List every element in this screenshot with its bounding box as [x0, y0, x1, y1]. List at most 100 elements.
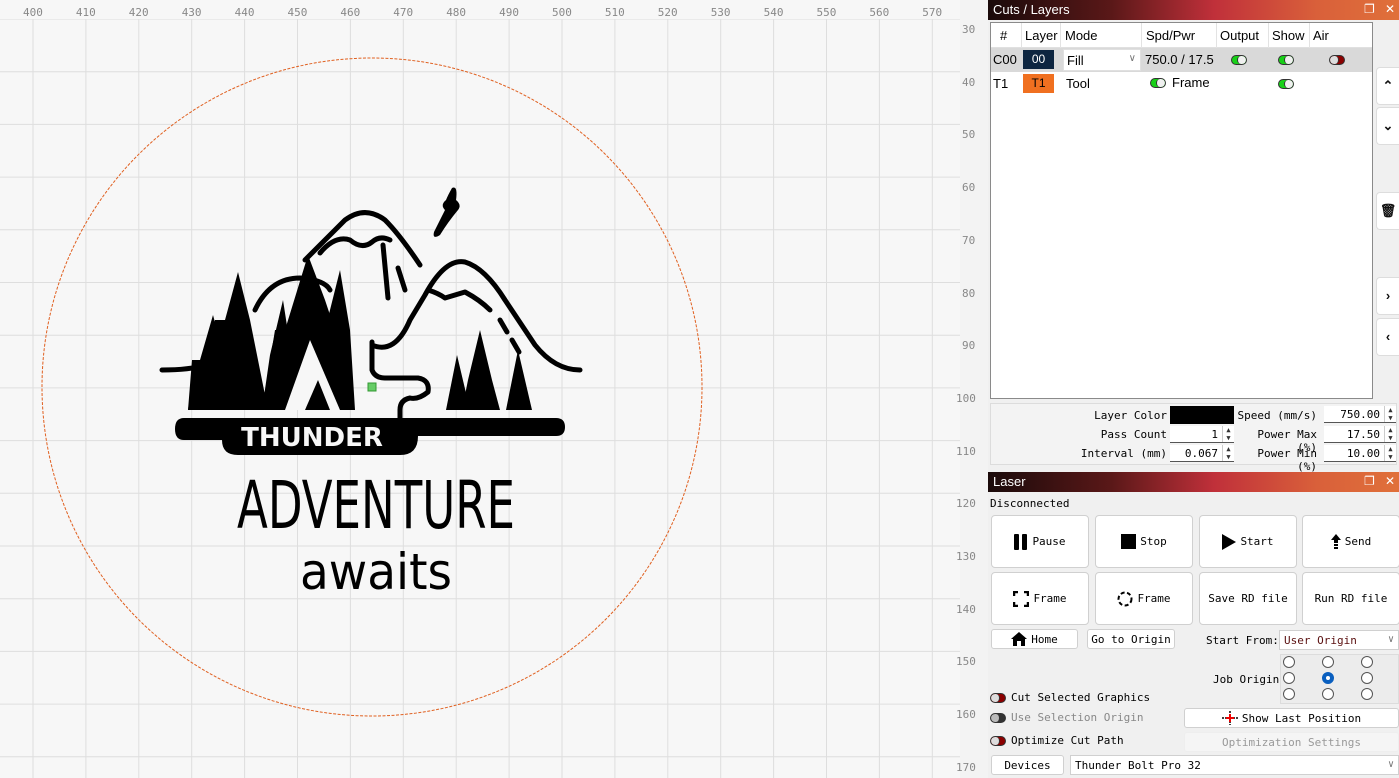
pass-count-input[interactable]: 1 ▲ ▼ [1170, 426, 1234, 443]
pause-label: Pause [1032, 535, 1066, 548]
chevron-down-icon: ∨ [1387, 759, 1394, 770]
banner-text: THUNDER [241, 423, 383, 453]
cuts-panel-titlebar: Cuts / Layers ❐ ✕ [988, 0, 1399, 20]
layer-row[interactable]: C00 00 Fill ∨ 750.0 / 17.5 [991, 48, 1372, 72]
devices-button[interactable]: Devices [991, 755, 1064, 775]
chevron-up-icon: ⌃ [1382, 78, 1394, 93]
chevron-down-icon: ∨ [1387, 634, 1394, 645]
job-origin-label: Job Origin [1213, 673, 1280, 686]
origin-radio-top-center[interactable] [1322, 656, 1334, 668]
frame-circle-icon [1117, 591, 1133, 606]
col-air[interactable]: Air [1313, 28, 1329, 43]
show-toggle[interactable] [1278, 79, 1294, 89]
layer-color-label: Layer Color [1094, 409, 1167, 422]
cut-selected-toggle[interactable] [990, 693, 1006, 703]
origin-radio-middle-right[interactable] [1361, 672, 1373, 684]
col-output[interactable]: Output [1220, 28, 1259, 43]
optimize-cut-toggle[interactable] [990, 736, 1006, 746]
spinner-icon[interactable]: ▲ ▼ [1384, 445, 1396, 461]
headline-text: ADVENTURE [237, 467, 515, 544]
selection-handle[interactable] [367, 382, 377, 392]
play-icon [1222, 533, 1237, 550]
connection-status: Disconnected [990, 497, 1070, 510]
move-down-button[interactable]: ⌄ [1376, 107, 1399, 145]
ruler-y-label: 130 [956, 550, 976, 563]
air-toggle[interactable] [1329, 55, 1345, 65]
ruler-x-label: 420 [128, 6, 149, 19]
col-layer[interactable]: Layer [1025, 28, 1058, 43]
optimization-settings-button[interactable]: Optimization Settings [1184, 732, 1399, 752]
go-to-origin-button[interactable]: Go to Origin [1087, 629, 1175, 649]
speed-input[interactable]: 750.00 ▲ ▼ [1324, 406, 1396, 423]
origin-radio-middle-center[interactable] [1322, 672, 1334, 684]
save-rd-label: Save RD file [1208, 592, 1288, 605]
save-rd-file-button[interactable]: Save RD file [1199, 572, 1297, 625]
frame-rect-icon [1013, 590, 1030, 607]
expand-right-button[interactable]: › [1376, 277, 1399, 315]
run-rd-file-button[interactable]: Run RD file [1302, 572, 1399, 625]
frame-circle-button[interactable]: Frame [1095, 572, 1193, 625]
design-artwork[interactable]: THUNDER ADVENTURE awaits [0, 0, 988, 778]
cuts-layers-panel: Cuts / Layers ❐ ✕ # Layer Mode Spd/Pwr O… [988, 0, 1399, 470]
power-min-label: Power Min (%) [1257, 447, 1317, 473]
interval-input[interactable]: 0.067 ▲ ▼ [1170, 445, 1234, 462]
close-icon[interactable]: ✕ [1385, 474, 1395, 488]
layer-color-chip[interactable]: 00 [1023, 50, 1054, 69]
laser-panel-titlebar: Laser ❐ ✕ [988, 472, 1399, 492]
trees-graphic [188, 255, 532, 410]
float-icon[interactable]: ❐ [1364, 2, 1375, 16]
output-toggle[interactable] [1231, 55, 1247, 65]
origin-radio-bottom-right[interactable] [1361, 688, 1373, 700]
collapse-left-button[interactable]: ‹ [1376, 318, 1399, 356]
start-from-select[interactable]: User Origin ∨ [1279, 630, 1399, 650]
origin-radio-bottom-left[interactable] [1283, 688, 1295, 700]
ruler-y-label: 120 [956, 497, 976, 511]
col-num[interactable]: # [1000, 28, 1007, 43]
spinner-icon[interactable]: ▲ ▼ [1384, 426, 1396, 442]
ruler-x-label: 540 [763, 6, 784, 19]
cuts-panel-title: Cuts / Layers [993, 2, 1070, 17]
layer-row[interactable]: T1 T1 Tool Frame [991, 72, 1372, 96]
home-icon [1011, 632, 1028, 646]
show-toggle[interactable] [1278, 55, 1294, 65]
power-max-input[interactable]: 17.50 ▲ ▼ [1324, 426, 1396, 443]
crosshair-icon [1221, 711, 1238, 725]
layer-color-swatch[interactable] [1170, 406, 1234, 424]
use-selection-origin-toggle[interactable] [990, 713, 1006, 723]
start-from-label: Start From: [1206, 634, 1279, 647]
origin-radio-bottom-center[interactable] [1322, 688, 1334, 700]
move-up-button[interactable]: ⌃ [1376, 67, 1399, 105]
chevron-down-icon: ∨ [1128, 53, 1136, 64]
frame-toggle[interactable] [1150, 78, 1166, 88]
show-last-position-button[interactable]: Show Last Position [1184, 708, 1399, 728]
col-mode[interactable]: Mode [1065, 28, 1098, 43]
frame-rect-button[interactable]: Frame [991, 572, 1089, 625]
ruler-y-label: 150 [956, 655, 976, 669]
stop-label: Stop [1140, 535, 1167, 548]
device-select[interactable]: Thunder Bolt Pro 32 ∨ [1070, 755, 1399, 775]
show-last-position-label: Show Last Position [1241, 711, 1362, 725]
power-min-input[interactable]: 10.00 ▲ ▼ [1324, 445, 1396, 462]
chevron-left-icon: ‹ [1385, 329, 1391, 344]
col-show[interactable]: Show [1272, 28, 1305, 43]
origin-radio-middle-left[interactable] [1283, 672, 1295, 684]
float-icon[interactable]: ❐ [1364, 474, 1375, 488]
mode-select[interactable]: Fill ∨ [1063, 49, 1141, 71]
col-spd-pwr[interactable]: Spd/Pwr [1146, 28, 1195, 43]
stop-button[interactable]: Stop [1095, 515, 1193, 568]
devices-label: Devices [1004, 758, 1051, 772]
workspace-canvas[interactable]: THUNDER ADVENTURE awaits 400 410 420 430 440… [0, 0, 988, 778]
layer-color-chip[interactable]: T1 [1023, 74, 1054, 93]
ruler-x-label: 500 [552, 6, 572, 19]
delete-button[interactable]: 🗑 [1376, 192, 1399, 230]
mode-value: Fill [1067, 53, 1084, 68]
send-button[interactable]: Send [1302, 515, 1399, 568]
ruler-y-label: 140 [956, 602, 976, 616]
close-icon[interactable]: ✕ [1385, 2, 1395, 16]
start-button[interactable]: Start [1199, 515, 1297, 568]
home-button[interactable]: Home [991, 629, 1078, 649]
spinner-icon[interactable]: ▲ ▼ [1384, 406, 1396, 422]
origin-radio-top-right[interactable] [1361, 656, 1373, 668]
pause-button[interactable]: Pause [991, 515, 1089, 568]
origin-radio-top-left[interactable] [1283, 656, 1295, 668]
